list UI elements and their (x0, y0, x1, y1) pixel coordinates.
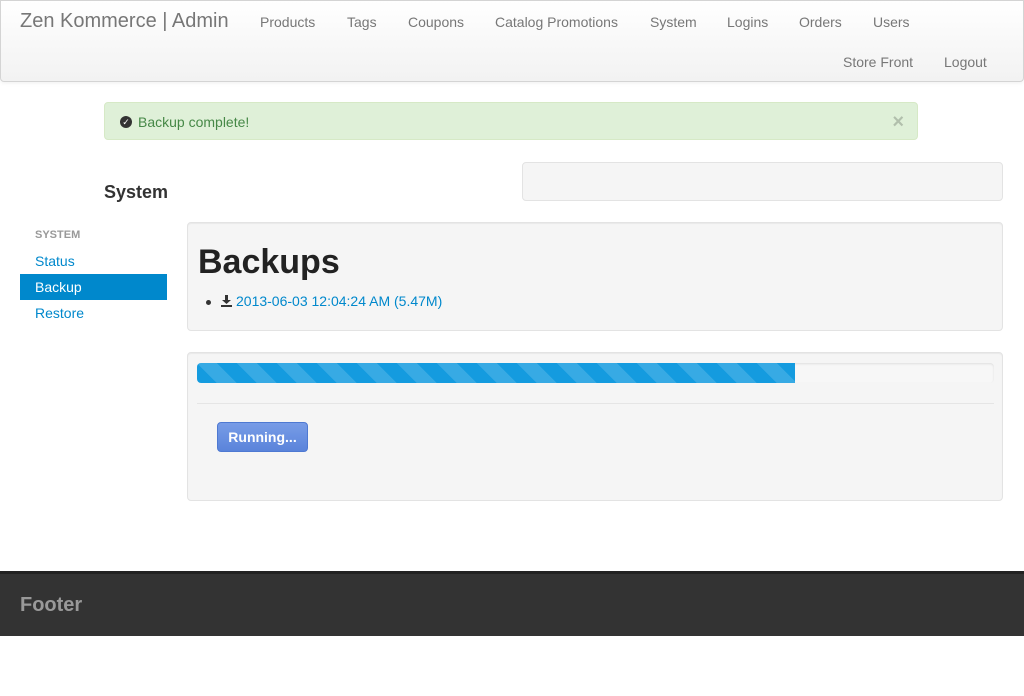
nav-store-front[interactable]: Store Front (843, 54, 913, 70)
nav-system[interactable]: System (650, 14, 697, 30)
list-item: 2013-06-03 12:04:24 AM (5.47M) (206, 293, 442, 310)
top-well (522, 162, 1003, 201)
nav-users[interactable]: Users (873, 14, 910, 30)
top-navbar: Zen Kommerce | Admin Products Tags Coupo… (0, 0, 1024, 82)
footer: Footer (0, 571, 1024, 636)
alert-message: Backup complete! (138, 114, 250, 130)
backups-heading: Backups (198, 243, 340, 281)
bullet-icon (206, 299, 211, 305)
sidebar-header: SYSTEM (35, 229, 81, 241)
nav-orders[interactable]: Orders (799, 14, 842, 30)
nav-catalog-promotions[interactable]: Catalog Promotions (495, 14, 618, 30)
sidebar-item-status[interactable]: Status (20, 248, 167, 274)
nav-logins[interactable]: Logins (727, 14, 768, 30)
brand-title[interactable]: Zen Kommerce | Admin (20, 10, 229, 33)
close-icon[interactable]: × (892, 111, 904, 134)
nav-products[interactable]: Products (260, 14, 315, 30)
backup-download-link[interactable]: 2013-06-03 12:04:24 AM (5.47M) (236, 293, 442, 309)
check-circle-icon: ✓ (120, 116, 132, 128)
divider (197, 403, 994, 404)
backup-progress-bar (197, 363, 994, 383)
progress-fill (197, 363, 795, 383)
backups-panel: Backups 2013-06-03 12:04:24 AM (5.47M) (187, 222, 1003, 331)
sidebar-item-restore[interactable]: Restore (20, 300, 167, 326)
running-button[interactable]: Running... (217, 422, 308, 452)
success-alert: ✓ Backup complete! × (104, 102, 918, 140)
nav-logout[interactable]: Logout (944, 54, 987, 70)
footer-text: Footer (20, 594, 83, 616)
download-icon[interactable] (221, 294, 232, 310)
nav-coupons[interactable]: Coupons (408, 14, 464, 30)
sidebar-item-backup[interactable]: Backup (20, 274, 167, 300)
backup-run-panel: Running... (187, 352, 1003, 501)
nav-tags[interactable]: Tags (347, 14, 377, 30)
page-title: System (104, 182, 169, 202)
